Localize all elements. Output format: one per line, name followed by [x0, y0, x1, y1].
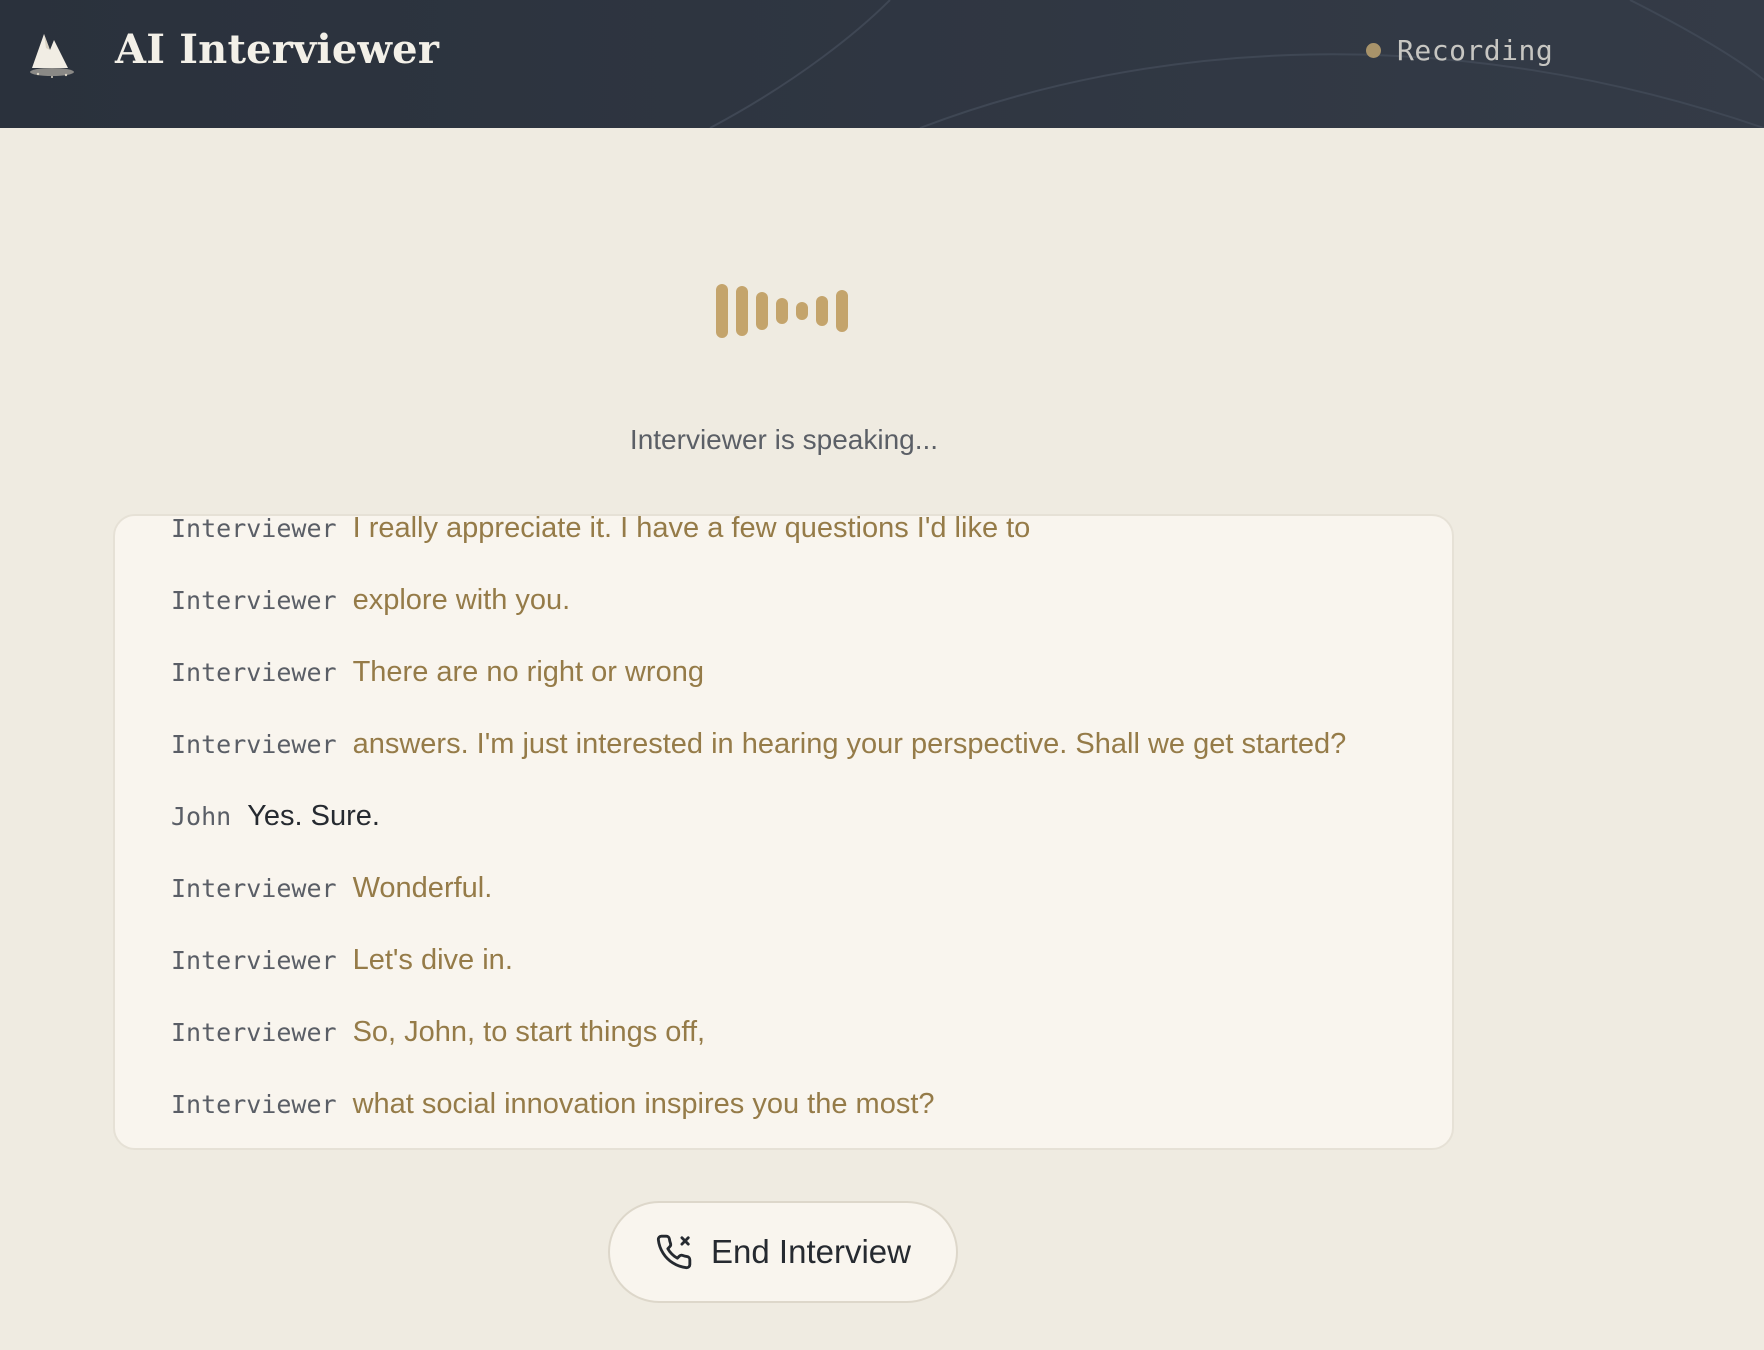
app-header: AI Interviewer Recording [0, 0, 1764, 128]
end-interview-button[interactable]: End Interview [608, 1201, 958, 1303]
transcript-line: Interviewer There are no right or wrong [171, 636, 1346, 708]
speaker-label: Interviewer [171, 514, 337, 543]
recording-dot-icon [1366, 42, 1381, 58]
speaker-label: Interviewer [171, 945, 337, 975]
speaker-label: John [171, 801, 232, 831]
phone-end-icon [656, 1234, 692, 1270]
transcript-line: Interviewer Let's dive in. [171, 924, 1346, 996]
utterance-text: There are no right or wrong [352, 655, 704, 688]
end-interview-label: End Interview [711, 1233, 911, 1270]
speaker-label: Interviewer [171, 585, 337, 615]
utterance-text: So, John, to start things off, [352, 1015, 706, 1048]
utterance-text: answers. I'm just interested in hearing … [352, 727, 1347, 760]
transcript-line: John Yes. Sure. [171, 780, 1346, 852]
recording-label: Recording [1397, 33, 1554, 67]
transcript-line: Interviewer what social innovation inspir… [171, 1068, 1346, 1140]
speaker-label: Interviewer [171, 873, 337, 903]
utterance-text: Yes. Sure. [247, 799, 380, 832]
transcript-line: Interviewer Wonderful. [171, 852, 1346, 924]
transcript-line: Interviewer I really appreciate it. I hav… [171, 514, 1346, 564]
transcript-line: Interviewer answers. I'm just interested … [171, 708, 1346, 780]
speaker-label: Interviewer [171, 657, 337, 687]
app-title: AI Interviewer [115, 26, 440, 73]
transcript-list: Interviewer I really appreciate it. I hav… [171, 514, 1346, 1140]
audio-waveform-icon [716, 284, 848, 338]
transcript-panel[interactable]: Interviewer I really appreciate it. I hav… [113, 514, 1454, 1150]
mountain-logo-icon [30, 34, 74, 78]
utterance-text: explore with you. [352, 583, 571, 616]
speaker-label: Interviewer [171, 729, 337, 759]
utterance-text: Wonderful. [352, 871, 493, 904]
speaker-label: Interviewer [171, 1089, 337, 1119]
utterance-text: what social innovation inspires you the … [352, 1087, 935, 1120]
speaker-label: Interviewer [171, 1017, 337, 1047]
transcript-line: Interviewer So, John, to start things off… [171, 996, 1346, 1068]
utterance-text: I really appreciate it. I have a few que… [352, 514, 1031, 544]
transcript-line: Interviewer explore with you. [171, 564, 1346, 636]
speaking-status: Interviewer is speaking... [629, 424, 939, 455]
recording-status: Recording [1366, 30, 1553, 70]
utterance-text: Let's dive in. [352, 943, 513, 976]
